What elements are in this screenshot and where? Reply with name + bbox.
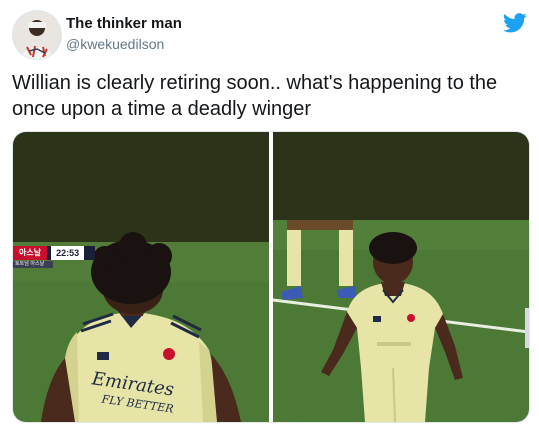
broadcast-scorebug: 아스날 22:53: [13, 246, 95, 260]
photo-right[interactable]: [273, 132, 529, 422]
photo-left[interactable]: Emirates FLY BETTER 아스날 22:53 토트넘 아스날: [13, 132, 269, 422]
scorebug-team: 아스날: [13, 246, 48, 260]
author-handle[interactable]: @kwekuedilson: [66, 36, 164, 52]
scorebug-time: 22:53: [51, 246, 85, 260]
twitter-bird-icon[interactable]: [503, 13, 527, 33]
tweet-text: Willian is clearly retiring soon.. what'…: [12, 72, 498, 120]
author-display-name[interactable]: The thinker man: [66, 15, 182, 32]
photo-left-image: Emirates FLY BETTER: [13, 132, 269, 422]
scorebug-subline: 토트넘 아스날: [13, 261, 53, 268]
tweet-card: The thinker man @kwekuedilson Willian is…: [0, 0, 539, 430]
photo-right-image: [273, 132, 529, 422]
avatar-image: [13, 11, 61, 59]
avatar[interactable]: [12, 10, 62, 60]
tweet-media: Emirates FLY BETTER 아스날 22:53 토트넘 아스날: [12, 131, 530, 423]
